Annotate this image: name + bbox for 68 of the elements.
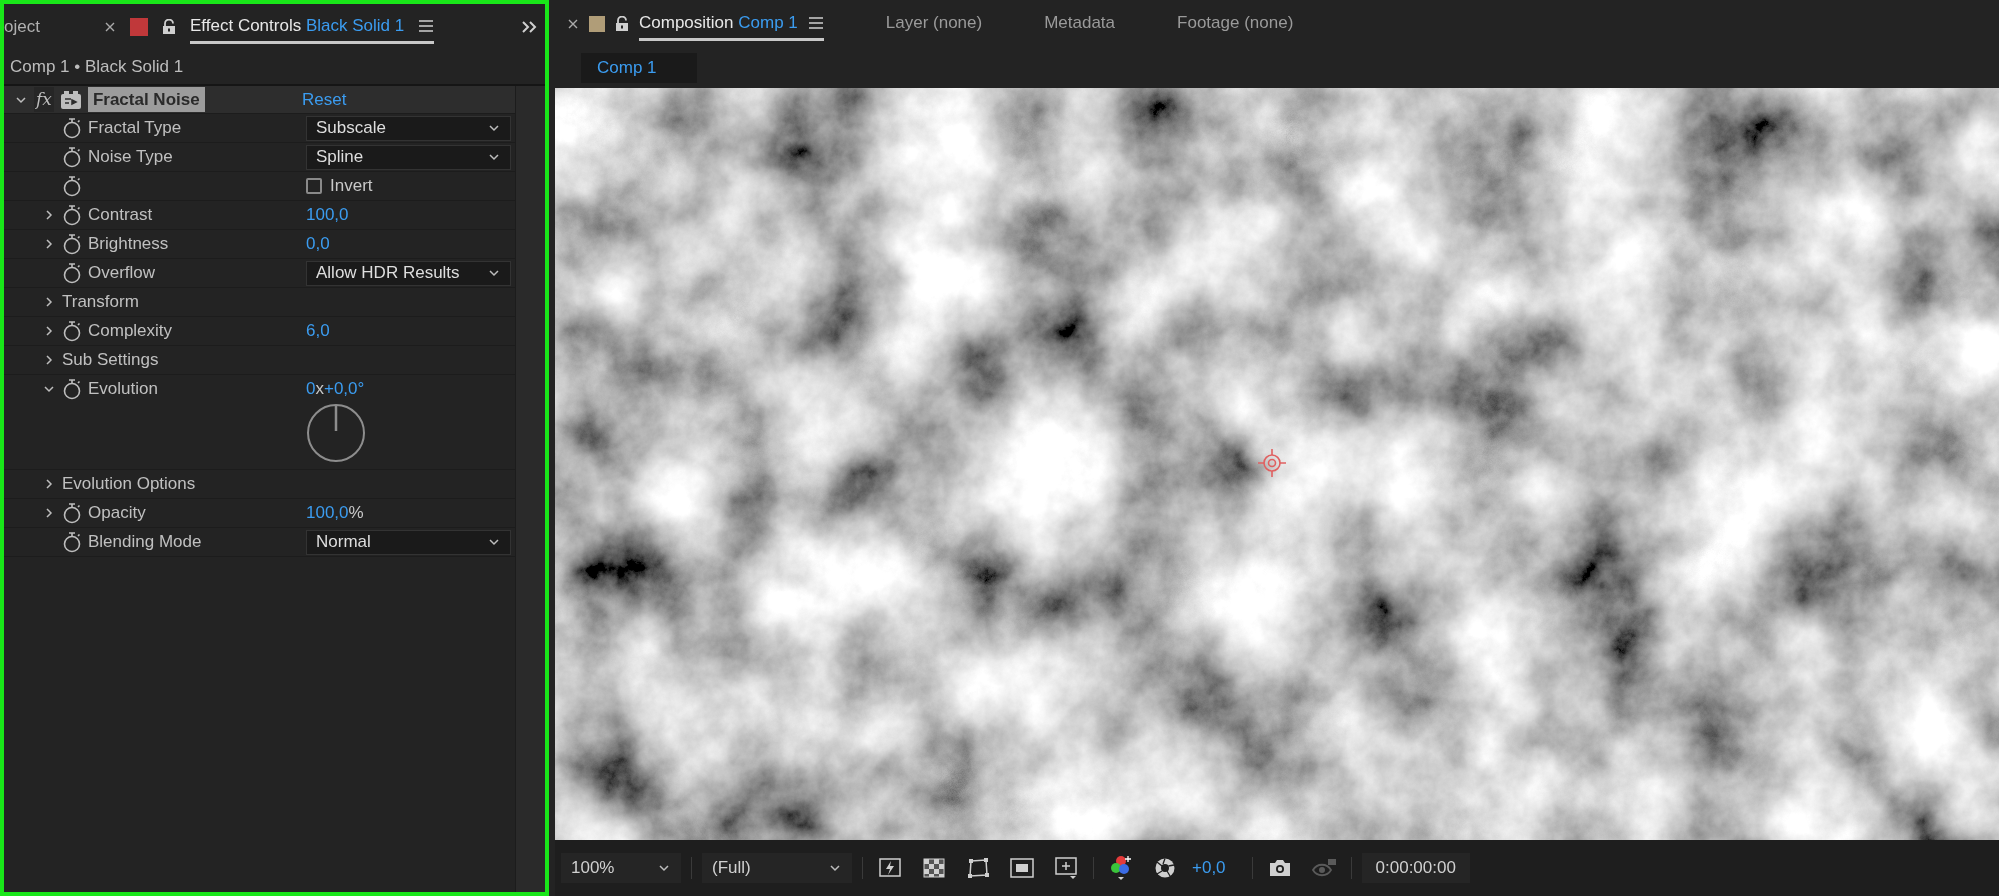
property-label: Overflow bbox=[88, 262, 156, 285]
comp-subtab[interactable]: Comp 1 bbox=[581, 53, 697, 83]
property-label: Opacity bbox=[88, 502, 146, 525]
lightning-icon bbox=[878, 857, 902, 879]
dropdown[interactable]: Allow HDR Results bbox=[306, 260, 511, 286]
property-label: Contrast bbox=[88, 204, 153, 227]
exposure-value[interactable]: +0,0 bbox=[1192, 855, 1226, 881]
dropdown[interactable]: Normal bbox=[306, 529, 511, 555]
stopwatch-icon[interactable] bbox=[62, 262, 82, 284]
fx-toggle[interactable]: fx bbox=[34, 86, 54, 113]
property-label: Complexity bbox=[88, 320, 173, 343]
panel-tab[interactable]: Effect Controls Black Solid 1 bbox=[190, 10, 435, 44]
stopwatch-icon[interactable] bbox=[62, 204, 82, 226]
grid-guides-icon bbox=[1053, 855, 1079, 881]
property-label: Evolution Options bbox=[62, 473, 196, 496]
panel-overflow-icon[interactable] bbox=[521, 20, 539, 34]
panel-tab[interactable]: Footage (none) bbox=[1177, 7, 1294, 41]
panel-tab[interactable]: Layer (none) bbox=[885, 7, 983, 41]
reset-link[interactable]: Reset bbox=[302, 86, 347, 113]
scrollbar-track[interactable] bbox=[515, 86, 545, 892]
property-value[interactable]: 0x+0,0° bbox=[306, 376, 365, 402]
effect-name[interactable]: Fractal Noise bbox=[87, 87, 205, 112]
dropdown[interactable]: Subscale bbox=[306, 115, 511, 141]
stopwatch-icon[interactable] bbox=[62, 320, 82, 342]
checkbox-label: Invert bbox=[330, 175, 373, 198]
stopwatch-icon[interactable] bbox=[62, 233, 82, 255]
panel-tab[interactable]: Composition Comp 1 bbox=[639, 7, 824, 41]
checkbox[interactable] bbox=[306, 178, 322, 194]
stopwatch-icon[interactable] bbox=[62, 378, 82, 400]
property-value[interactable]: 0,0 bbox=[306, 231, 330, 257]
stopwatch-icon[interactable] bbox=[62, 531, 82, 553]
checkerboard-icon bbox=[923, 858, 945, 878]
preset-icon[interactable] bbox=[59, 89, 82, 110]
anchor-point-icon[interactable] bbox=[1257, 448, 1287, 478]
breadcrumb: Comp 1 • Black Solid 1 bbox=[10, 56, 184, 79]
stopwatch-icon[interactable] bbox=[62, 117, 82, 139]
rgb-circles-icon bbox=[1108, 854, 1134, 882]
timecode-field[interactable]: 0:00:00:00 bbox=[1361, 853, 1470, 883]
property-label: Transform bbox=[62, 291, 139, 314]
close-icon[interactable] bbox=[567, 18, 579, 30]
lock-icon[interactable] bbox=[615, 16, 629, 32]
property-label: Sub Settings bbox=[62, 349, 159, 372]
region-icon bbox=[1010, 858, 1034, 878]
dropdown[interactable]: Spline bbox=[306, 144, 511, 170]
angle-dial[interactable] bbox=[306, 403, 366, 463]
property-label: Blending Mode bbox=[88, 531, 202, 554]
menu-icon[interactable] bbox=[807, 15, 824, 30]
property-value[interactable]: 100,0 bbox=[306, 202, 349, 228]
property-label: Fractal Type bbox=[88, 117, 182, 140]
aperture-icon bbox=[1154, 857, 1176, 879]
property-label: Brightness bbox=[88, 233, 169, 256]
stopwatch-icon[interactable] bbox=[62, 175, 82, 197]
zoom-dropdown[interactable]: 100% bbox=[561, 853, 681, 883]
eye-icon bbox=[1310, 858, 1337, 878]
close-icon[interactable] bbox=[104, 21, 116, 33]
property-label: Noise Type bbox=[88, 146, 173, 169]
stopwatch-icon[interactable] bbox=[62, 146, 82, 168]
panel-tab[interactable]: Metadata bbox=[1044, 7, 1116, 41]
camera-icon bbox=[1267, 858, 1292, 878]
stopwatch-icon[interactable] bbox=[62, 502, 82, 524]
menu-icon[interactable] bbox=[418, 18, 435, 33]
panel-tab[interactable]: oject bbox=[4, 14, 104, 40]
lock-icon[interactable] bbox=[162, 19, 176, 35]
property-value[interactable]: 6,0 bbox=[306, 318, 330, 344]
resolution-dropdown[interactable]: (Full) bbox=[702, 853, 852, 883]
property-label: Evolution bbox=[88, 378, 158, 401]
mask-path-icon bbox=[966, 857, 990, 879]
property-value[interactable]: 100,0% bbox=[306, 500, 364, 526]
